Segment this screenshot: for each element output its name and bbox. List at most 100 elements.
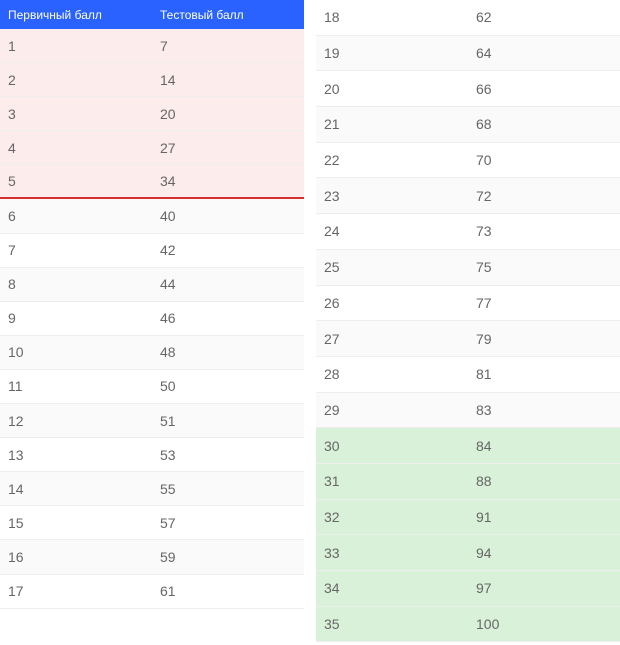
cell-test: 91 xyxy=(468,509,620,525)
cell-test: 27 xyxy=(152,140,304,156)
cell-primary: 35 xyxy=(316,616,468,632)
cell-primary: 28 xyxy=(316,366,468,382)
table-row: 1761 xyxy=(0,575,304,609)
cell-primary: 25 xyxy=(316,259,468,275)
cell-primary: 6 xyxy=(0,208,152,224)
cell-test: 66 xyxy=(468,81,620,97)
table-row: 2372 xyxy=(316,178,620,214)
cell-primary: 16 xyxy=(0,549,152,565)
cell-test: 57 xyxy=(152,515,304,531)
table-row: 2983 xyxy=(316,393,620,429)
cell-test: 46 xyxy=(152,310,304,326)
cell-primary: 24 xyxy=(316,223,468,239)
table-header-row: Первичный балл Тестовый балл xyxy=(0,0,304,29)
cell-primary: 34 xyxy=(316,580,468,596)
cell-primary: 29 xyxy=(316,402,468,418)
table-row: 2473 xyxy=(316,214,620,250)
table-row: 742 xyxy=(0,234,304,268)
table-body-left: 1721432042753464074284494610481150125113… xyxy=(0,29,304,609)
cell-primary: 30 xyxy=(316,438,468,454)
cell-test: 79 xyxy=(468,331,620,347)
cell-primary: 9 xyxy=(0,310,152,326)
cell-primary: 33 xyxy=(316,545,468,561)
table-row: 1048 xyxy=(0,336,304,370)
cell-test: 81 xyxy=(468,366,620,382)
table-row: 534 xyxy=(0,165,304,199)
cell-test: 73 xyxy=(468,223,620,239)
cell-test: 20 xyxy=(152,106,304,122)
cell-primary: 17 xyxy=(0,583,152,599)
cell-test: 70 xyxy=(468,152,620,168)
cell-test: 72 xyxy=(468,188,620,204)
cell-primary: 32 xyxy=(316,509,468,525)
cell-primary: 8 xyxy=(0,276,152,292)
table-row: 2168 xyxy=(316,107,620,143)
cell-test: 14 xyxy=(152,72,304,88)
cell-primary: 4 xyxy=(0,140,152,156)
cell-primary: 5 xyxy=(0,173,152,189)
table-row: 3291 xyxy=(316,500,620,536)
cell-primary: 7 xyxy=(0,242,152,258)
cell-test: 59 xyxy=(152,549,304,565)
cell-primary: 2 xyxy=(0,72,152,88)
header-test: Тестовый балл xyxy=(152,8,304,22)
cell-primary: 31 xyxy=(316,473,468,489)
table-row: 1150 xyxy=(0,370,304,404)
table-row: 2881 xyxy=(316,357,620,393)
cell-test: 64 xyxy=(468,45,620,61)
cell-primary: 3 xyxy=(0,106,152,122)
cell-test: 68 xyxy=(468,116,620,132)
table-row: 1557 xyxy=(0,506,304,540)
table-row: 320 xyxy=(0,97,304,131)
table-row: 2575 xyxy=(316,250,620,286)
table-row: 3497 xyxy=(316,571,620,607)
cell-test: 75 xyxy=(468,259,620,275)
table-row: 844 xyxy=(0,268,304,302)
cell-test: 55 xyxy=(152,481,304,497)
cell-test: 42 xyxy=(152,242,304,258)
cell-primary: 1 xyxy=(0,38,152,54)
cell-test: 77 xyxy=(468,295,620,311)
cell-primary: 23 xyxy=(316,188,468,204)
table-row: 1964 xyxy=(316,36,620,72)
score-table-right: 1862196420662168227023722473257526772779… xyxy=(316,0,620,645)
cell-primary: 12 xyxy=(0,413,152,429)
cell-primary: 14 xyxy=(0,481,152,497)
cell-primary: 22 xyxy=(316,152,468,168)
score-table-left: Первичный балл Тестовый балл 17214320427… xyxy=(0,0,304,645)
table-row: 1862 xyxy=(316,0,620,36)
table-row: 3084 xyxy=(316,428,620,464)
cell-primary: 26 xyxy=(316,295,468,311)
cell-primary: 15 xyxy=(0,515,152,531)
cell-primary: 11 xyxy=(0,378,152,394)
cell-test: 61 xyxy=(152,583,304,599)
cell-test: 84 xyxy=(468,438,620,454)
cell-test: 51 xyxy=(152,413,304,429)
cell-test: 44 xyxy=(152,276,304,292)
table-row: 946 xyxy=(0,302,304,336)
cell-test: 100 xyxy=(468,616,620,632)
cell-primary: 10 xyxy=(0,344,152,360)
table-row: 2066 xyxy=(316,71,620,107)
table-row: 3394 xyxy=(316,535,620,571)
cell-primary: 18 xyxy=(316,9,468,25)
cell-primary: 27 xyxy=(316,331,468,347)
cell-primary: 19 xyxy=(316,45,468,61)
cell-test: 7 xyxy=(152,38,304,54)
cell-test: 83 xyxy=(468,402,620,418)
cell-primary: 20 xyxy=(316,81,468,97)
cell-test: 88 xyxy=(468,473,620,489)
table-row: 427 xyxy=(0,131,304,165)
cell-test: 94 xyxy=(468,545,620,561)
cell-primary: 13 xyxy=(0,447,152,463)
table-row: 214 xyxy=(0,63,304,97)
table-row: 1659 xyxy=(0,540,304,574)
cell-primary: 21 xyxy=(316,116,468,132)
table-row: 1251 xyxy=(0,404,304,438)
header-primary: Первичный балл xyxy=(0,8,152,22)
table-row: 640 xyxy=(0,199,304,233)
table-row: 3188 xyxy=(316,464,620,500)
table-row: 2779 xyxy=(316,321,620,357)
table-row: 17 xyxy=(0,29,304,63)
table-row: 35100 xyxy=(316,607,620,643)
